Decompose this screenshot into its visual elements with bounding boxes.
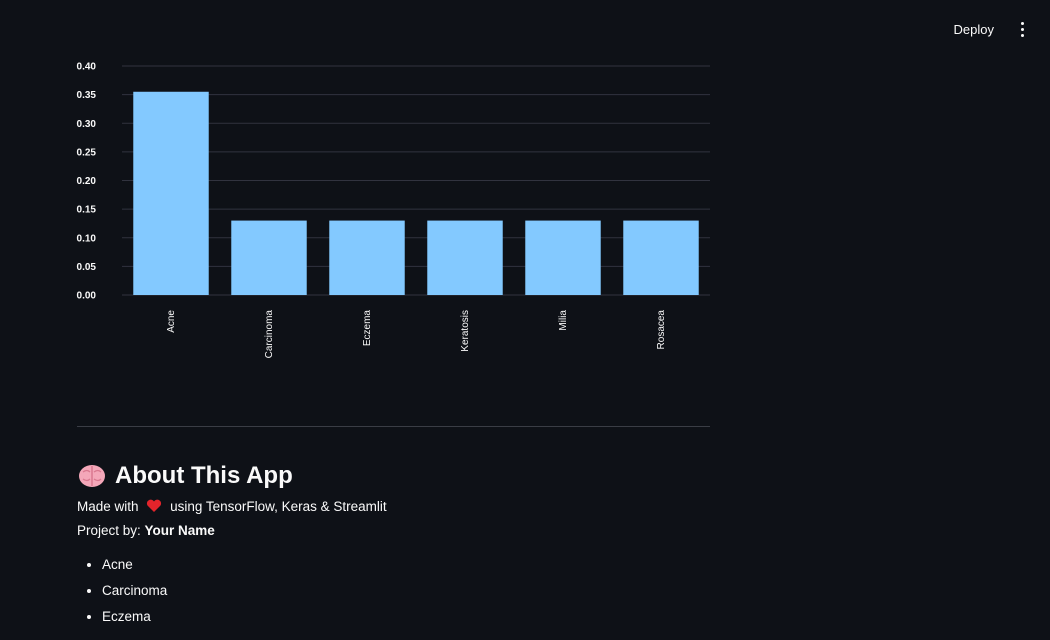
heart-icon <box>147 499 162 512</box>
x-tick-label: Milia <box>558 310 569 331</box>
bar <box>525 220 601 295</box>
made-with-suffix: using TensorFlow, Keras & Streamlit <box>170 499 387 514</box>
bar-chart-svg: 0.00 0.05 0.10 0.15 0.20 0.25 0.30 0.35 0.40 Acne… <box>77 62 710 359</box>
about-section: About This App Made with using TensorFlo… <box>77 462 717 634</box>
bar-chart: 0.00 0.05 0.10 0.15 0.20 0.25 0.30 0.35 0.40 Acne… <box>60 50 720 370</box>
project-by-line: Project by: Your Name <box>77 522 717 540</box>
y-tick-label: 0.10 <box>77 233 97 244</box>
list-item: Eczema <box>102 608 717 625</box>
divider <box>77 426 710 427</box>
x-tick-label: Keratosis <box>460 310 471 352</box>
bar <box>427 220 503 295</box>
project-by-name: Your Name <box>144 523 215 538</box>
x-tick-label: Carcinoma <box>264 310 275 359</box>
bar <box>623 220 699 295</box>
y-tick-label: 0.30 <box>77 119 97 130</box>
about-title: About This App <box>115 462 293 489</box>
deploy-button[interactable]: Deploy <box>944 16 1004 43</box>
x-tick-label: Rosacea <box>656 310 667 350</box>
y-tick-label: 0.40 <box>77 62 97 73</box>
category-list: Acne Carcinoma Eczema <box>77 556 717 625</box>
top-toolbar: Deploy <box>944 0 1050 58</box>
y-tick-label: 0.00 <box>77 291 97 302</box>
about-heading: About This App <box>77 462 717 490</box>
brain-icon <box>79 465 105 487</box>
more-vert-icon[interactable] <box>1012 17 1032 41</box>
project-by-label: Project by: <box>77 523 141 538</box>
bar <box>133 91 209 295</box>
list-item: Carcinoma <box>102 582 717 599</box>
x-tick-label: Eczema <box>362 310 373 347</box>
bar <box>329 220 405 295</box>
made-with-line: Made with using TensorFlow, Keras & Stre… <box>77 498 717 516</box>
y-tick-label: 0.25 <box>77 147 97 158</box>
y-tick-label: 0.20 <box>77 176 97 187</box>
bar <box>231 220 307 295</box>
list-item: Acne <box>102 556 717 573</box>
y-tick-label: 0.15 <box>77 205 97 216</box>
y-tick-label: 0.35 <box>77 90 97 101</box>
y-tick-label: 0.05 <box>77 262 97 273</box>
x-tick-label: Acne <box>166 310 177 333</box>
made-with-prefix: Made with <box>77 499 139 514</box>
